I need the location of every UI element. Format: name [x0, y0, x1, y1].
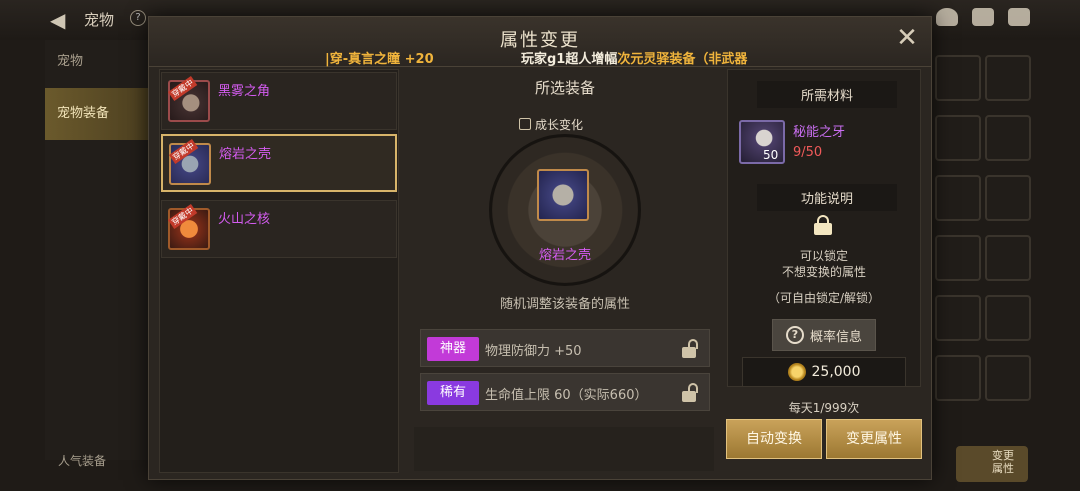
marquee-prefix: 玩家g1超人增幅	[521, 52, 618, 67]
random-adjust-description: 随机调整该装备的属性	[499, 297, 630, 312]
left-tab-column: 宠物 宠物装备	[45, 40, 155, 460]
function-description: 可以锁定 不想变换的属性	[744, 248, 904, 280]
bg-slot	[935, 55, 981, 101]
back-arrow-icon[interactable]: ◀	[50, 8, 65, 32]
material-name: 秘能之牙	[793, 125, 846, 140]
growth-change-label[interactable]: 成长变化	[519, 116, 583, 133]
popular-equipment-label[interactable]: 人气装备	[58, 452, 106, 469]
unlock-icon[interactable]	[681, 383, 701, 403]
marquee-text: 玩家g1超人增幅次元灵驿装备（非武器	[521, 48, 747, 67]
selected-item-icon[interactable]	[537, 169, 589, 221]
selected-equipment-title: 所选装备	[534, 79, 595, 97]
change-attribute-button[interactable]: 变更属性	[826, 419, 922, 459]
function-line-1: 可以锁定	[799, 249, 848, 263]
close-icon[interactable]: ✕	[895, 25, 919, 51]
material-progress: 9/50	[793, 145, 823, 160]
grade-badge: 神器	[427, 337, 479, 361]
bg-change-attr-button[interactable]: 变更 属性	[956, 446, 1028, 482]
list-item[interactable]: 穿戴中 黑雾之角	[161, 72, 397, 130]
help-icon[interactable]: ?	[130, 10, 146, 26]
equipped-tag: 穿戴中	[168, 75, 198, 102]
equipped-tag: 穿戴中	[168, 203, 198, 230]
bg-slot	[985, 235, 1031, 281]
bg-slot	[935, 355, 981, 401]
bg-slot	[985, 115, 1031, 161]
attribute-text: 物理防御力 +50	[485, 344, 582, 359]
grade-badge: 稀有	[427, 381, 479, 405]
daily-limit: 每天1/999次	[788, 401, 860, 415]
dialog-header: 属性变更 ✕ |穿-真言之瞳 +20 玩家g1超人增幅次元灵驿装备（非武器	[149, 17, 931, 67]
horn-icon: 穿戴中	[168, 75, 210, 122]
top-icons	[936, 8, 1030, 26]
unlock-icon[interactable]	[681, 339, 701, 359]
attribute-change-dialog: 属性变更 ✕ |穿-真言之瞳 +20 玩家g1超人增幅次元灵驿装备（非武器 穿戴…	[148, 16, 932, 480]
tab-pet[interactable]: 宠物	[45, 42, 155, 82]
probability-info-button[interactable]: ? 概率信息	[772, 319, 876, 351]
marquee-text: |穿-真言之瞳 +20	[325, 52, 434, 67]
auto-change-button[interactable]: 自动变换	[726, 419, 822, 459]
list-item[interactable]: 穿戴中 熔岩之壳	[161, 134, 397, 192]
cost-display: 25,000	[742, 357, 906, 387]
question-icon: ?	[785, 326, 804, 344]
tab-pet-equipment[interactable]: 宠物装备	[45, 88, 155, 140]
bg-slot	[985, 295, 1031, 341]
attribute-text: 生命值上限 60（实际660）	[485, 388, 648, 403]
attribute-row: 神器 物理防御力 +50	[420, 329, 710, 367]
bg-slot	[935, 115, 981, 161]
material-count-badge: 50	[763, 148, 779, 162]
chat-icon[interactable]	[1008, 8, 1030, 26]
attribute-row: 稀有 生命值上限 60（实际660）	[420, 373, 710, 411]
growth-icon	[519, 118, 531, 130]
function-title: 功能说明	[757, 184, 897, 211]
bg-slot	[935, 235, 981, 281]
mail-icon[interactable]	[972, 8, 994, 26]
marquee-highlight: 次元灵驿装备（非武器	[617, 52, 748, 67]
item-name: 熔岩之壳	[219, 147, 272, 162]
growth-change-text: 成长变化	[535, 118, 584, 132]
bg-slot	[985, 175, 1031, 221]
bg-slot	[985, 355, 1031, 401]
page-title: 宠物	[84, 11, 115, 29]
center-footer	[414, 427, 714, 471]
bg-slot	[985, 55, 1031, 101]
equipment-list: 穿戴中 黑雾之角 穿戴中 熔岩之壳 穿戴中 火山之核	[159, 69, 399, 473]
required-materials-title: 所需材料	[757, 81, 897, 108]
lock-icon	[814, 215, 832, 235]
function-subnote: （可自由锁定/解锁）	[767, 291, 881, 305]
item-name: 火山之核	[218, 212, 271, 227]
cost-value: 25,000	[811, 364, 861, 380]
item-name: 黑雾之角	[218, 84, 271, 99]
pot-icon[interactable]	[936, 8, 958, 26]
selected-item-name: 熔岩之壳	[538, 248, 591, 263]
gold-coin-icon	[787, 363, 806, 381]
bg-slot	[935, 175, 981, 221]
core-icon: 穿戴中	[168, 203, 210, 250]
function-line-2: 不想变换的属性	[781, 265, 866, 279]
shell-icon: 穿戴中	[169, 138, 211, 185]
bg-slot	[935, 295, 981, 341]
probability-info-label: 概率信息	[809, 329, 862, 345]
equipped-tag: 穿戴中	[169, 138, 199, 165]
list-item[interactable]: 穿戴中 火山之核	[161, 200, 397, 258]
